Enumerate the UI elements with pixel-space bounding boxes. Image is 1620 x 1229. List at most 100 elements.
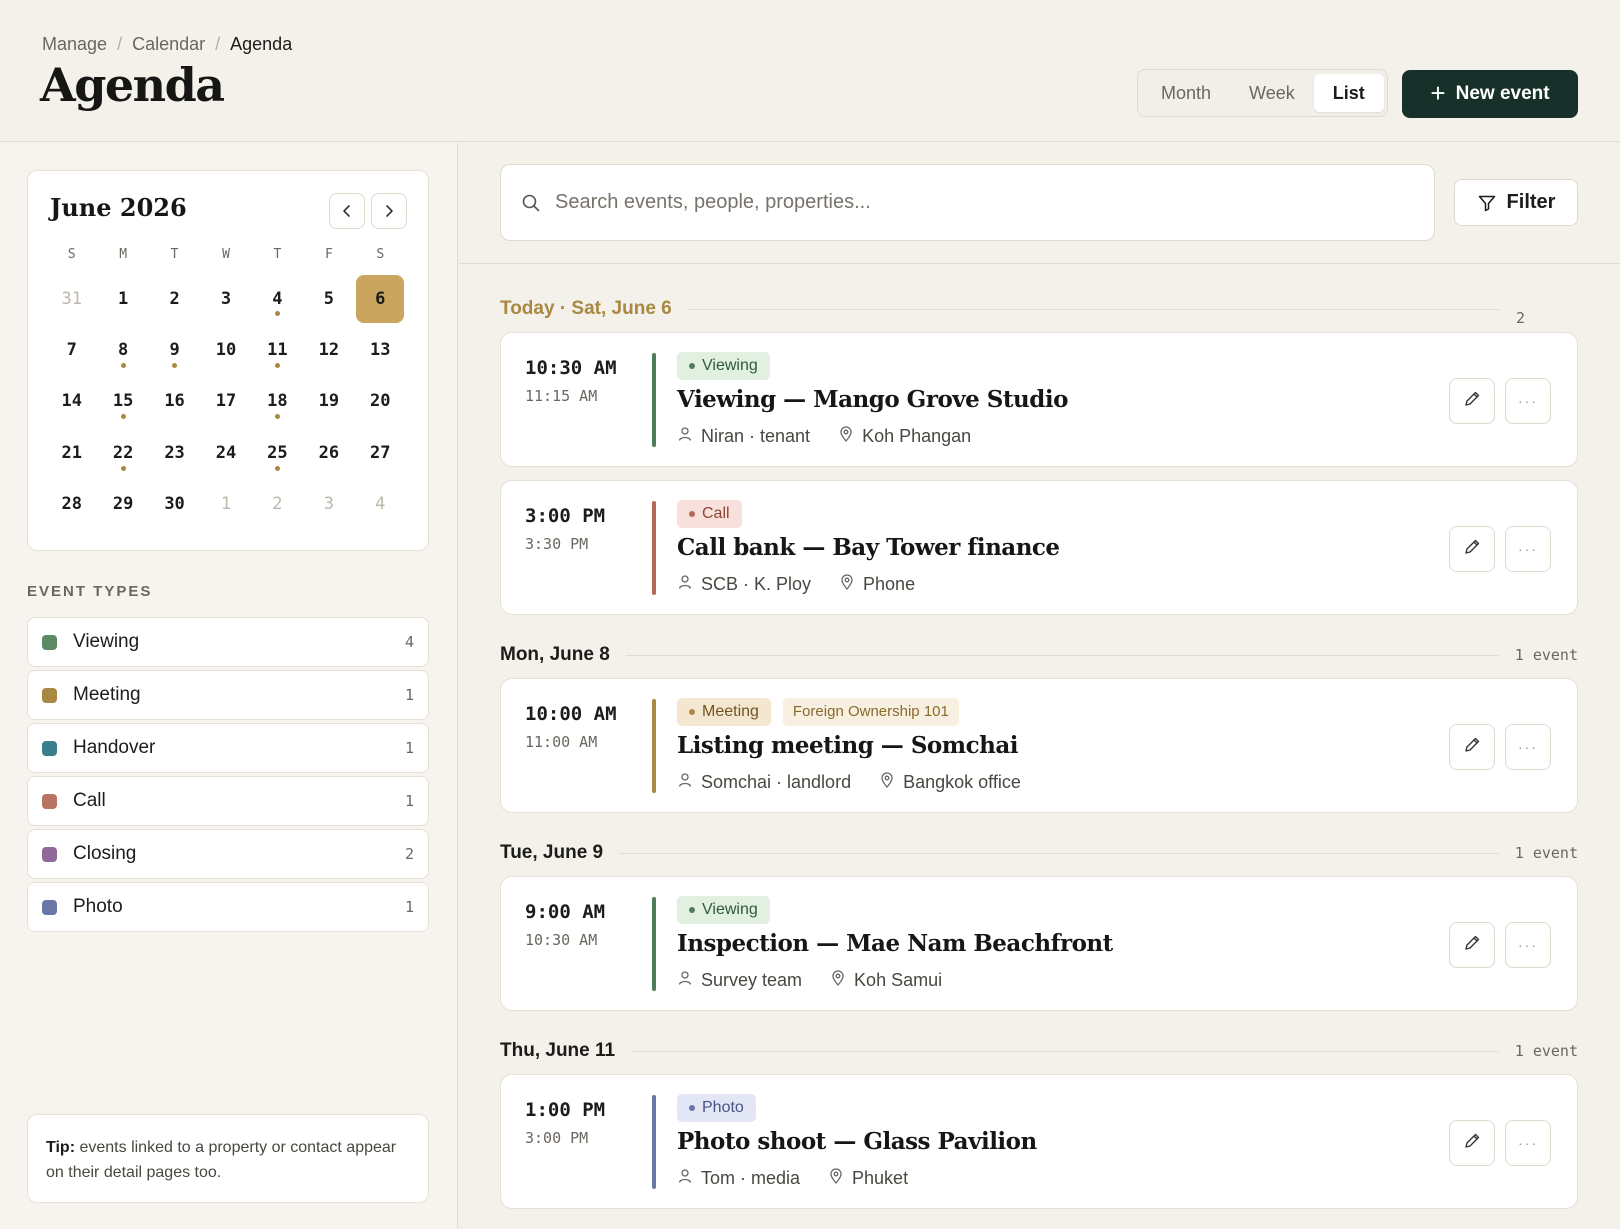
edit-event-button[interactable] [1449,922,1495,968]
event-type-closing[interactable]: Closing 2 [27,829,429,879]
calendar-day[interactable]: 29 [97,479,148,530]
calendar-prev-button[interactable] [329,193,365,229]
calendar-day[interactable]: 24 [200,427,251,478]
day-number: 3 [323,494,334,515]
pencil-icon [1463,934,1481,957]
tab-list[interactable]: List [1313,74,1384,112]
event-location-label: Phuket [852,1168,909,1188]
person-icon [677,1168,693,1189]
more-options-button[interactable]: ··· [1505,1120,1551,1166]
search-bar[interactable] [500,164,1435,241]
calendar-day[interactable]: 21 [46,427,97,478]
event-title: Listing meeting — Somchai [677,732,1018,759]
calendar-day[interactable]: 22 [97,427,148,478]
event-end-time: 3:30 PM [525,535,589,553]
event-person: Survey team [677,970,802,991]
new-event-button[interactable]: + New event [1402,70,1578,118]
ellipsis-icon: ··· [1518,1135,1538,1151]
calendar-day[interactable]: 2 [149,273,200,324]
calendar-day[interactable]: 30 [149,479,200,530]
event-start-time: 1:00 PM [525,1099,606,1121]
calendar-day[interactable]: 1 [200,479,251,530]
calendar-day[interactable]: 4 [355,479,406,530]
day-group-header: Mon, June 8 1 event [500,643,1578,667]
calendar-day[interactable]: 15 [97,376,148,427]
event-card[interactable]: 10:30 AM 11:15 AM Viewing Viewing — Mango G… [500,332,1578,467]
calendar-day[interactable]: 23 [149,427,200,478]
calendar-next-button[interactable] [371,193,407,229]
more-options-button[interactable]: ··· [1505,724,1551,770]
tab-week[interactable]: Week [1230,74,1314,112]
location-pin-icon [828,1168,844,1189]
event-card[interactable]: 9:00 AM 10:30 AM Viewing Inspection — Mae N… [500,876,1578,1011]
calendar-day[interactable]: 25 [252,427,303,478]
day-number: 27 [370,442,391,463]
calendar-day[interactable]: 7 [46,324,97,375]
calendar-day[interactable]: 16 [149,376,200,427]
event-type-handover[interactable]: Handover 1 [27,723,429,773]
event-type-photo[interactable]: Photo 1 [27,882,429,932]
day-number: 22 [112,442,134,463]
calendar-day[interactable]: 4 [252,273,303,324]
breadcrumb-item-calendar[interactable]: Calendar [132,34,205,55]
tag-dot [689,363,695,369]
event-card[interactable]: 3:00 PM 3:30 PM Call Call bank — Bay Tower … [500,480,1578,615]
event-type-tag: Viewing [677,352,770,380]
calendar-day[interactable]: 31 [46,273,97,324]
edit-event-button[interactable] [1449,526,1495,572]
breadcrumb-item-manage[interactable]: Manage [42,34,107,55]
day-number: 9 [169,340,180,361]
calendar-day[interactable]: 11 [252,324,303,375]
event-type-call[interactable]: Call 1 [27,776,429,826]
day-number: 21 [61,442,82,463]
edit-event-button[interactable] [1449,378,1495,424]
event-location-label: Koh Phangan [862,426,972,446]
event-type-tag: Viewing [677,896,770,924]
more-options-button[interactable]: ··· [1505,922,1551,968]
calendar-day[interactable]: 12 [303,324,354,375]
calendar-day[interactable]: 9 [149,324,200,375]
calendar-month-title: June 2026 [50,193,187,222]
calendar-day[interactable]: 5 [303,273,354,324]
weekday-label: T [273,247,282,262]
calendar-day[interactable]: 2 [252,479,303,530]
calendar-day[interactable]: 13 [355,324,406,375]
calendar-day[interactable]: 3 [303,479,354,530]
calendar-day[interactable]: 26 [303,427,354,478]
calendar-day[interactable]: 1 [97,273,148,324]
tag-label: Call [702,505,730,522]
calendar-day[interactable]: 17 [200,376,251,427]
edit-event-button[interactable] [1449,1120,1495,1166]
edit-event-button[interactable] [1449,724,1495,770]
calendar-day[interactable]: 19 [303,376,354,427]
more-options-button[interactable]: ··· [1505,378,1551,424]
day-number: 8 [118,340,129,361]
calendar-day[interactable]: 8 [97,324,148,375]
calendar-day[interactable]: 20 [355,376,406,427]
calendar-day[interactable]: 14 [46,376,97,427]
calendar-day[interactable]: 3 [200,273,251,324]
calendar-day[interactable]: 27 [355,427,406,478]
calendar-day[interactable]: 10 [200,324,251,375]
pencil-icon [1463,1132,1481,1155]
calendar-day[interactable]: 28 [46,479,97,530]
search-input[interactable] [555,191,1355,214]
tab-month[interactable]: Month [1142,74,1230,112]
filter-button[interactable]: Filter [1454,179,1578,226]
day-number: 15 [112,391,134,412]
breadcrumb-item-agenda: Agenda [230,34,293,54]
event-tags: Viewing [677,896,770,924]
event-meta: SCB · K. Ploy Phone [677,574,915,595]
event-type-viewing[interactable]: Viewing 4 [27,617,429,667]
day-number: 25 [267,442,288,463]
event-type-count: 1 [404,686,414,704]
event-card[interactable]: 1:00 PM 3:00 PM Photo Photo shoot — Glass P… [500,1074,1578,1209]
calendar-day[interactable]: 18 [252,376,303,427]
event-type-tag: Meeting [677,698,771,726]
more-options-button[interactable]: ··· [1505,526,1551,572]
calendar-day-selected[interactable]: 6 [355,273,406,324]
event-type-meeting[interactable]: Meeting 1 [27,670,429,720]
event-card[interactable]: 10:00 AM 11:00 AM Meeting Foreign Ownership… [500,678,1578,813]
event-dot [120,465,126,471]
day-number: 11 [267,340,288,361]
